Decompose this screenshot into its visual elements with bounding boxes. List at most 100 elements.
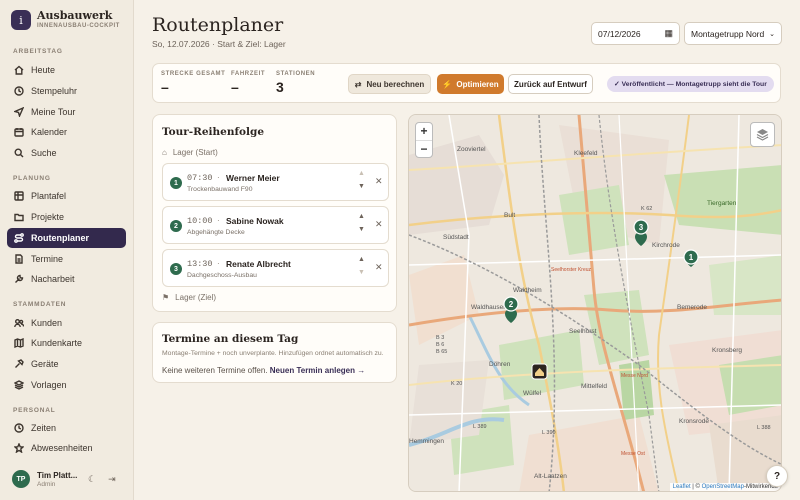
sidebar-item-label: Kundenkarte <box>31 338 83 348</box>
remove-icon[interactable]: ✕ <box>375 176 383 187</box>
stop-description: Abgehängte Decke <box>187 229 245 236</box>
moon-icon[interactable]: ☾ <box>88 474 96 485</box>
sidebar-item-projekte[interactable]: Projekte <box>7 207 126 227</box>
sidebar-item-meine-tour[interactable]: Meine Tour <box>7 102 126 122</box>
document-icon <box>14 254 24 264</box>
logout-icon[interactable]: ⇥ <box>108 474 116 485</box>
sidebar-item-kundenkarte[interactable]: Kundenkarte <box>7 333 126 353</box>
date-input[interactable]: 07/12/2026 ▦ <box>591 22 680 45</box>
map-label: K 62 <box>641 206 652 212</box>
stop-number: 2 <box>170 220 182 232</box>
new-appointment-link[interactable]: Neuen Termin anlegen → <box>270 366 365 375</box>
remove-icon[interactable]: ✕ <box>375 262 383 273</box>
stop-number: 3 <box>170 263 182 275</box>
stop-customer: Werner Meier <box>226 173 280 183</box>
move-down-icon[interactable]: ▼ <box>358 183 365 190</box>
map-label: Seelhorst <box>569 328 597 335</box>
tour-stop[interactable]: 3 13:30 · Renate Albrecht Dachgeschoss-A… <box>162 249 389 287</box>
chevron-down-icon: ⌄ <box>769 30 775 38</box>
user-profile[interactable]: TP Tim Platt... Admin <box>12 470 77 488</box>
move-up-icon[interactable]: ▲ <box>358 170 365 177</box>
stop-time: 13:30 <box>187 259 213 269</box>
zoom-controls: + − <box>415 122 433 158</box>
start-point: ⌂ Lager (Start) <box>162 148 218 157</box>
move-up-icon[interactable]: ▲ <box>358 213 365 220</box>
map-label: L 390 <box>542 430 556 436</box>
map-label: Alt-Laatzen <box>534 473 567 480</box>
sidebar-item-nacharbeit[interactable]: Nacharbeit <box>7 269 126 289</box>
stat-label: FAHRZEIT <box>231 71 266 77</box>
sidebar-item-stempeluhr[interactable]: Stempeluhr <box>7 81 126 101</box>
crew-select[interactable]: Montagetrupp Nord ⌄ <box>684 22 782 45</box>
sidebar-item-label: Suche <box>31 148 57 158</box>
sidebar-item-vorlagen[interactable]: Vorlagen <box>7 375 126 395</box>
sidebar-item-label: Kunden <box>31 318 63 328</box>
move-up-icon[interactable]: ▲ <box>358 256 365 263</box>
warehouse-marker[interactable] <box>531 363 548 380</box>
leaflet-link[interactable]: Leaflet <box>673 484 691 490</box>
remove-icon[interactable]: ✕ <box>375 219 383 230</box>
zoom-out-button[interactable]: − <box>416 141 432 158</box>
sidebar-item-abwesenheiten[interactable]: Abwesenheiten <box>7 438 126 458</box>
card-title: Tour-Reihenfolge <box>162 126 265 138</box>
sidebar-item-geraete[interactable]: Geräte <box>7 354 126 374</box>
move-down-icon[interactable]: ▼ <box>358 269 365 276</box>
button-label: Optimieren <box>456 79 499 89</box>
sidebar-item-label: Meine Tour <box>31 107 76 117</box>
sidebar-item-zeiten[interactable]: Zeiten <box>7 418 126 438</box>
sidebar-item-label: Abwesenheiten <box>31 443 93 453</box>
map-label: Messe Nord <box>621 373 648 379</box>
stop-time: 07:30 <box>187 173 213 183</box>
route-map[interactable]: Zooviertel Kleefeld Tiergarten Südstadt … <box>408 114 782 492</box>
user-name: Tim Platt... <box>37 470 78 480</box>
recalculate-button[interactable]: ⇄ Neu berechnen <box>348 74 431 94</box>
hammer-icon <box>14 359 24 369</box>
map-label: Tiergarten <box>707 200 737 207</box>
star-icon <box>14 443 24 453</box>
sidebar-item-plantafel[interactable]: Plantafel <box>7 186 126 206</box>
stat-label: STRECKE GESAMT <box>161 71 226 77</box>
brand[interactable]: i Ausbauwerk INNENAUSBAU-COCKPIT <box>11 10 120 30</box>
osm-link[interactable]: OpenStreetMap <box>702 484 744 490</box>
layers-button[interactable] <box>750 122 775 147</box>
help-button[interactable]: ? <box>766 465 788 487</box>
optimize-button[interactable]: ⚡ Optimieren <box>437 74 504 94</box>
main-content: Routenplaner So, 12.07.2026 · Start & Zi… <box>135 0 800 500</box>
sidebar-item-suche[interactable]: Suche <box>7 143 126 163</box>
sidebar-item-label: Plantafel <box>31 191 67 201</box>
tour-stop[interactable]: 1 07:30 · Werner Meier Trockenbauwand F9… <box>162 163 389 201</box>
tour-stop[interactable]: 2 10:00 · Sabine Nowak Abgehängte Decke … <box>162 206 389 244</box>
flag-icon: ⚑ <box>162 293 170 302</box>
map-label: Kirchrode <box>652 242 680 249</box>
zoom-in-button[interactable]: + <box>416 123 432 141</box>
separator: · <box>217 216 220 225</box>
sidebar-item-heute[interactable]: Heute <box>7 60 126 80</box>
map-label: Hemmingen <box>409 438 444 445</box>
map-label: Südstadt <box>443 234 469 241</box>
folder-icon <box>14 212 24 222</box>
move-down-icon[interactable]: ▼ <box>358 226 365 233</box>
map-label: Mittelfeld <box>581 383 607 390</box>
section-label: PERSONAL <box>13 407 56 414</box>
map-canvas[interactable]: Zooviertel Kleefeld Tiergarten Südstadt … <box>409 115 782 492</box>
sidebar-item-kalender[interactable]: Kalender <box>7 122 126 142</box>
empty-state: Keine weiteren Termine offen. Neuen Term… <box>162 366 365 375</box>
page-title: Routenplaner <box>152 14 284 36</box>
date-value: 07/12/2026 <box>598 28 641 39</box>
stat-value: – <box>161 79 169 95</box>
stop-description: Dachgeschoss-Ausbau <box>187 272 257 279</box>
section-label: PLANUNG <box>13 175 51 182</box>
stat-distance: STRECKE GESAMT – <box>161 71 225 95</box>
map-label: B 65 <box>436 349 447 355</box>
revert-draft-button[interactable]: Zurück auf Entwurf <box>508 74 593 94</box>
sidebar-item-routenplaner[interactable]: Routenplaner <box>7 228 126 248</box>
app-title: Ausbauwerk <box>37 9 113 22</box>
stat-stations: STATIONEN 3 <box>276 71 315 95</box>
layers-icon <box>756 129 769 141</box>
sidebar-item-label: Vorlagen <box>31 380 67 390</box>
sidebar-item-termine[interactable]: Termine <box>7 249 126 269</box>
stop-time: 10:00 <box>187 216 213 226</box>
sidebar-item-kunden[interactable]: Kunden <box>7 313 126 333</box>
stop-customer: Renate Albrecht <box>226 259 291 269</box>
map-icon <box>14 338 24 348</box>
